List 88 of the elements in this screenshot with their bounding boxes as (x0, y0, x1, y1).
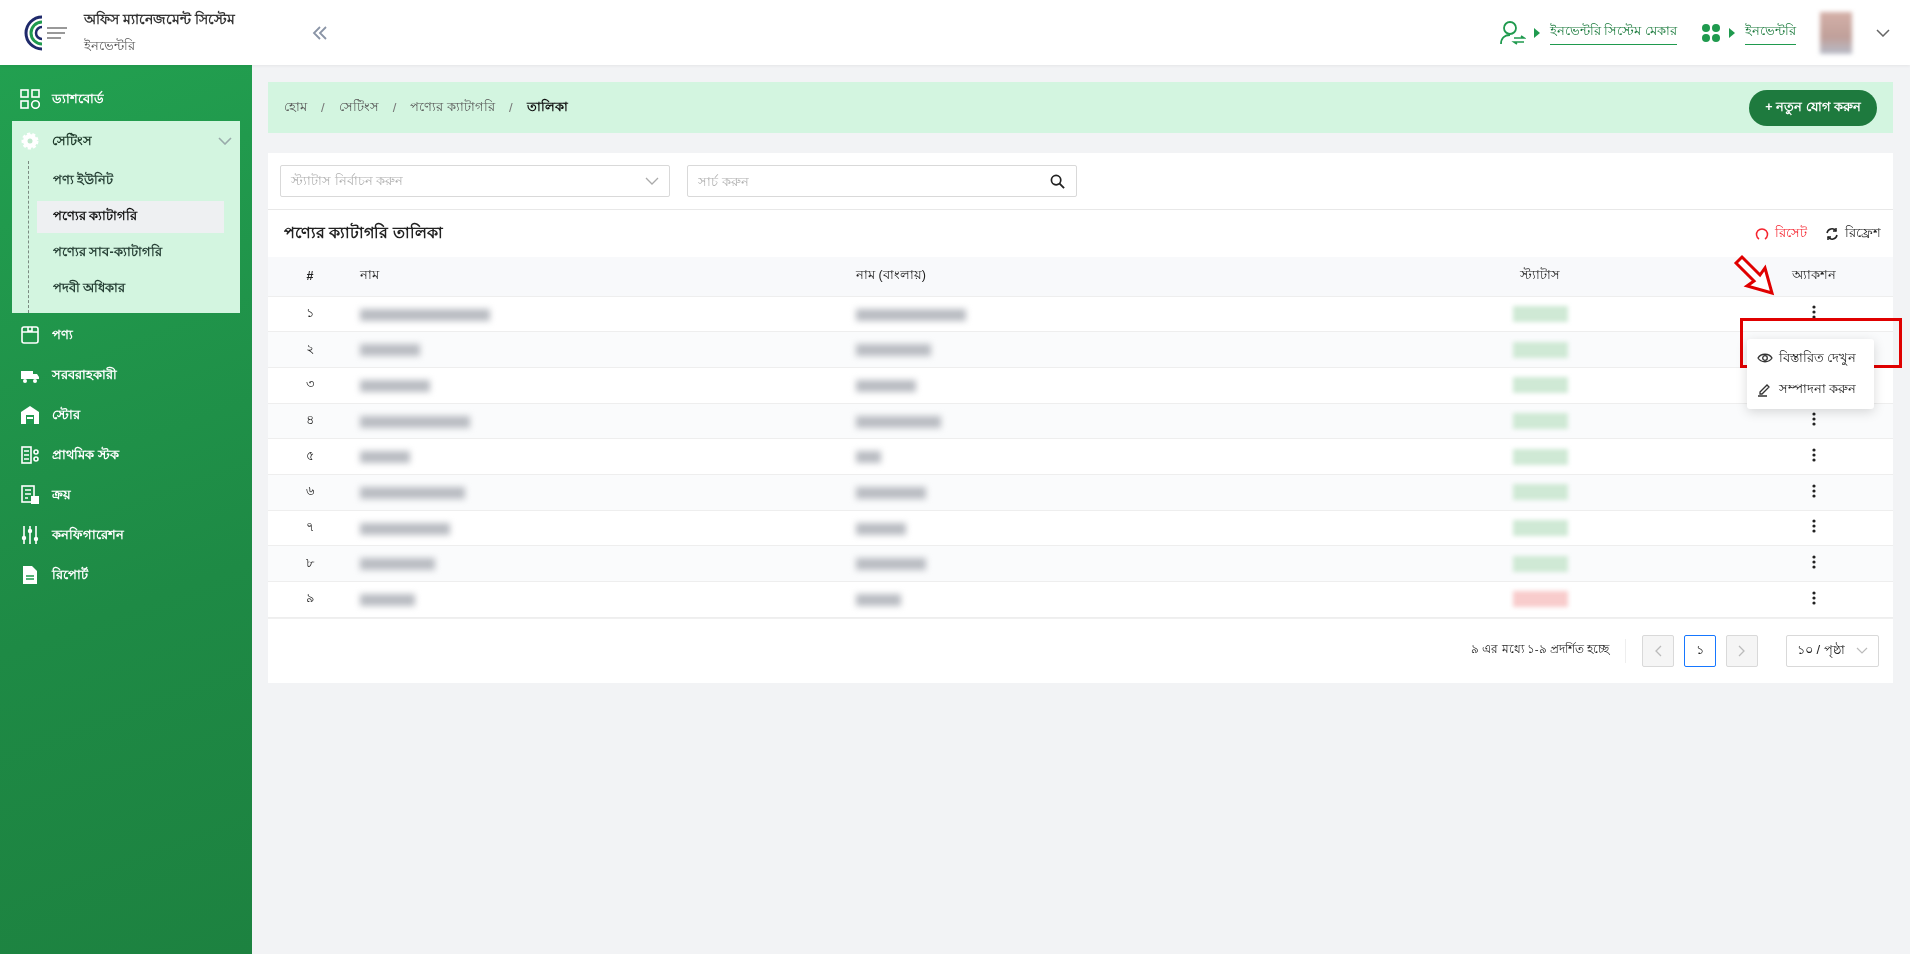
search-icon[interactable] (1050, 174, 1065, 189)
blurred-text (856, 451, 881, 464)
submenu-item[interactable]: পদবী অধিকার (37, 273, 224, 305)
table-title: পণ্যের ক্যাটাগরি তালিকা (284, 221, 443, 243)
module-link[interactable]: ইনভেন্টরি (1745, 20, 1796, 45)
table-cell: ২ (268, 331, 352, 368)
more-vertical-icon (1812, 412, 1816, 427)
store-icon (20, 405, 40, 425)
gear-icon (20, 131, 40, 151)
reset-icon (1755, 226, 1769, 241)
purchase-icon (20, 485, 40, 505)
table-cell: ৬ (268, 474, 352, 511)
annotation-arrow (1733, 254, 1775, 296)
blurred-text (856, 487, 926, 499)
more-vertical-icon (1812, 483, 1816, 498)
sidebar-item[interactable]: স্টোর (12, 395, 240, 435)
breadcrumb-link[interactable]: পণ্যের ক্যাটাগরি (410, 97, 495, 118)
search-field[interactable]: সার্চ করুন (687, 165, 1077, 197)
submenu-item[interactable]: পণ্যের সাব-ক্যাটাগরি (37, 237, 224, 269)
sidebar-item[interactable]: প্রাথমিক স্টক (12, 435, 240, 475)
breadcrumb-current: তালিকা (526, 97, 568, 116)
sidebar-item[interactable]: সরবরাহকারী (12, 355, 240, 395)
table-cell: ৪ (268, 403, 352, 439)
more-vertical-icon (1812, 305, 1816, 320)
blurred-text (360, 594, 415, 607)
reset-button[interactable]: রিসেট (1755, 223, 1807, 244)
sidebar-item[interactable]: ক্রয় (12, 475, 240, 515)
box-icon (20, 325, 40, 345)
refresh-button[interactable]: রিফ্রেশ (1825, 223, 1881, 244)
add-new-button[interactable]: + নতুন যোগ করুন (1749, 89, 1877, 126)
chevron-down-icon[interactable] (1876, 28, 1890, 37)
role-link[interactable]: ইনভেন্টরি সিস্টেম মেকার (1549, 20, 1677, 45)
app-title: অফিস ম্যানেজমেন্ট সিস্টেম (84, 9, 237, 29)
document-icon (20, 565, 40, 585)
blurred-text (856, 379, 916, 392)
more-vertical-icon (1812, 448, 1816, 463)
chevron-down-icon (1856, 647, 1868, 655)
column-header: নাম (বাংলায়) (848, 257, 1345, 296)
apps-icon[interactable] (1701, 22, 1721, 43)
app-subtitle: ইনভেন্টরি (84, 37, 137, 55)
blurred-text (856, 522, 906, 535)
menu-item[interactable]: সম্পাদনা করুন (1747, 374, 1874, 406)
user-switch-icon (1499, 19, 1526, 46)
page-size-select[interactable]: ১০ / পৃষ্ঠা (1786, 634, 1879, 667)
breadcrumb-link[interactable]: সেটিংস (338, 97, 379, 118)
table-cell: ১ (268, 296, 352, 332)
chevron-left-icon (1654, 644, 1662, 657)
column-header: নাম (352, 257, 848, 296)
sidebar-item[interactable]: রিপোর্ট (12, 555, 240, 595)
sidebar-item[interactable]: ড্যাশবোর্ড (12, 79, 240, 119)
table-cell: ৮ (268, 545, 352, 582)
table-cell: ৫ (268, 438, 352, 475)
sidebar-item[interactable]: সেটিংস (12, 121, 240, 161)
blurred-text (360, 451, 410, 464)
table-cell: ৭ (268, 510, 352, 546)
blurred-text (360, 344, 420, 357)
dashboard-icon (20, 89, 40, 109)
blurred-text (856, 558, 926, 571)
blurred-text (360, 379, 430, 392)
sliders-icon (20, 525, 40, 545)
status-placeholder: স্ট্যাটাস নির্বাচন করুন (291, 171, 404, 190)
table-cell: ৩ (268, 367, 352, 404)
column-header: স্ট্যাটাস (1345, 257, 1735, 296)
column-header: # (268, 257, 352, 296)
sidebar-item[interactable]: পণ্য (12, 315, 240, 355)
more-vertical-icon (1812, 555, 1816, 570)
pagination-summary: ৯ এর মধ্যে ১-৯ প্রদর্শিত হচ্ছে (1471, 641, 1609, 658)
chevron-right-icon (1738, 644, 1746, 657)
breadcrumb-separator: / (392, 100, 397, 115)
breadcrumb-link[interactable]: হোম (284, 97, 307, 118)
more-vertical-icon (1812, 519, 1816, 534)
submenu-item[interactable]: পণ্য ইউনিট (37, 165, 224, 197)
chevron-down-icon (645, 177, 659, 185)
stock-icon (20, 445, 40, 465)
caret-icon (1533, 27, 1540, 38)
more-vertical-icon (1812, 590, 1816, 605)
refresh-icon (1825, 226, 1839, 241)
page-button[interactable]: ১ (1684, 634, 1716, 667)
collapse-icon[interactable] (312, 25, 328, 40)
caret-icon (1729, 27, 1735, 38)
table-cell: ৯ (268, 581, 352, 618)
breadcrumb-separator: / (508, 100, 513, 115)
blurred-text (856, 594, 901, 607)
menu-item[interactable]: বিস্তারিত দেখুন (1747, 343, 1874, 375)
submenu-item[interactable]: পণ্যের ক্যাটাগরি (37, 201, 224, 233)
sidebar-item[interactable]: কনফিগারেশন (12, 515, 240, 555)
chevron-down-icon (218, 137, 232, 145)
breadcrumb-separator: / (321, 100, 325, 115)
